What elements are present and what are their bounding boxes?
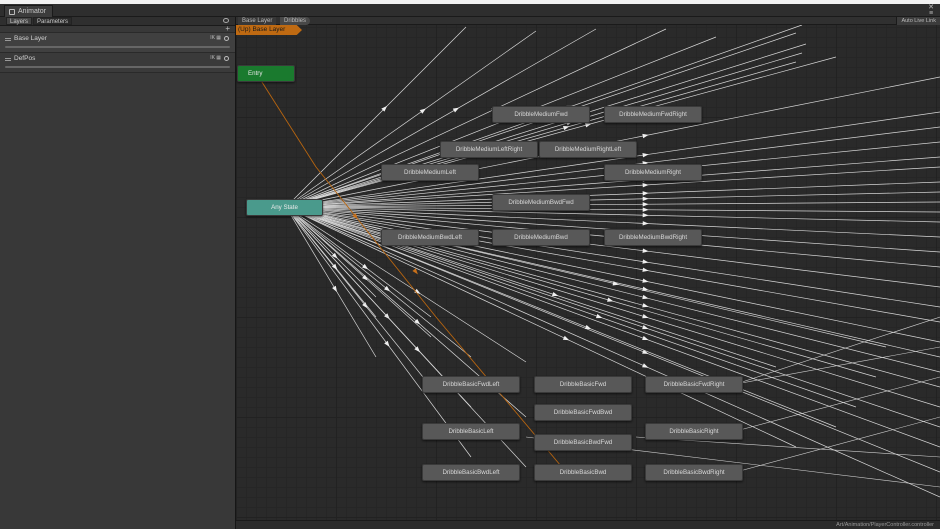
status-bar: Art/Animation/PlayerController.controlle… — [236, 520, 940, 529]
controller-path: Art/Animation/PlayerController.controlle… — [836, 522, 934, 528]
transition-line — [285, 56, 837, 208]
transition-arrow-icon — [642, 335, 649, 341]
transition-arrow-icon — [419, 108, 426, 114]
transition-arrow-icon — [452, 107, 460, 113]
transition-line — [285, 43, 807, 208]
graph-toolbar: Base Layer Dribbles Auto Live Link — [236, 17, 940, 25]
transition-arrow-icon — [332, 285, 338, 293]
transition-arrow-icon — [642, 212, 649, 218]
state-dribble-basic-bwd-fwd[interactable]: DribbleBasicBwdFwd — [534, 434, 632, 451]
transition-arrow-icon — [384, 340, 390, 347]
state-dribble-medium-left[interactable]: DribbleMediumLeft — [381, 164, 479, 181]
transition-arrow-icon — [562, 335, 570, 341]
state-dribble-medium-right[interactable]: DribbleMediumRight — [604, 164, 702, 181]
transition-line — [285, 61, 797, 208]
state-dribble-basic-bwd-left[interactable]: DribbleBasicBwdLeft — [422, 464, 520, 481]
layer-item-defpos[interactable]: DefPos IK ▦ — [0, 53, 235, 73]
gear-icon[interactable] — [224, 56, 229, 61]
transition-arrow-icon — [642, 182, 649, 188]
animator-tab-label: Animator — [18, 8, 47, 15]
transition-line — [285, 111, 940, 208]
tab-parameters[interactable]: Parameters — [33, 17, 73, 25]
transition-arrow-icon — [642, 278, 649, 283]
state-dribble-basic-bwd-right[interactable]: DribbleBasicBwdRight — [645, 464, 743, 481]
sync-icon: ▦ — [216, 55, 221, 61]
transition-arrow-icon — [607, 297, 614, 302]
transition-arrow-icon — [642, 202, 649, 207]
transition-arrow-icon — [642, 221, 649, 226]
state-dribble-basic-fwd-right[interactable]: DribbleBasicFwdRight — [645, 376, 743, 393]
transition-line — [285, 206, 887, 348]
auto-live-link-button[interactable]: Auto Live Link — [896, 17, 940, 25]
eye-icon[interactable] — [223, 18, 229, 23]
layer-weight-bar — [5, 66, 230, 68]
transition-line — [285, 206, 377, 358]
transition-arrow-icon — [595, 313, 603, 319]
ik-icon: IK — [210, 55, 215, 61]
transition-line — [735, 316, 940, 385]
animator-tab[interactable]: Animator — [4, 5, 54, 17]
drag-handle-icon[interactable] — [5, 38, 11, 39]
transition-line — [735, 376, 940, 432]
animator-icon — [9, 8, 15, 15]
transition-arrow-icon — [584, 324, 592, 330]
state-dribble-medium-fwd[interactable]: DribbleMediumFwd — [492, 106, 590, 123]
layer-weight-bar — [5, 46, 230, 48]
state-machine-graph[interactable]: Base Layer Dribbles Auto Live Link (Up) … — [236, 17, 940, 520]
breadcrumb-dribbles[interactable]: Dribbles — [280, 17, 311, 25]
state-dribble-medium-bwd-left[interactable]: DribbleMediumBwdLeft — [381, 229, 479, 246]
ik-icon: IK — [210, 35, 215, 41]
state-dribble-basic-fwd-bwd[interactable]: DribbleBasicFwdBwd — [534, 404, 632, 421]
transition-arrow-icon — [642, 363, 649, 368]
transition-arrow-icon — [642, 314, 649, 319]
sync-icon: ▦ — [216, 35, 221, 41]
transition-arrow-icon — [642, 303, 649, 308]
layer-name: Base Layer — [14, 35, 47, 42]
window-controls[interactable]: ✕ ≡ — [928, 4, 934, 17]
state-entry[interactable]: Entry — [237, 65, 295, 82]
layer-name: DefPos — [14, 55, 36, 62]
transition-line — [285, 206, 940, 323]
left-panel-footer — [0, 520, 236, 529]
state-dribble-basic-fwd[interactable]: DribbleBasicFwd — [534, 376, 632, 393]
state-dribble-medium-fwd-right[interactable]: DribbleMediumFwdRight — [604, 106, 702, 123]
state-dribble-medium-left-right[interactable]: DribbleMediumLeftRight — [440, 141, 538, 158]
transition-line — [635, 436, 940, 458]
tab-layers[interactable]: Layers — [6, 17, 33, 25]
state-dribble-medium-bwd-right[interactable]: DribbleMediumBwdRight — [604, 229, 702, 246]
transition-line — [735, 416, 940, 473]
transition-arrow-icon — [642, 196, 649, 202]
window-titlebar: Animator ✕ ≡ — [0, 4, 940, 17]
transition-arrow-icon — [563, 125, 570, 131]
transition-arrow-icon — [642, 207, 649, 212]
transition-arrow-icon — [642, 133, 649, 139]
current-layer-label: (Up) Base Layer — [236, 25, 302, 35]
state-dribble-medium-bwd[interactable]: DribbleMediumBwd — [492, 229, 590, 246]
left-toolbar: Layers Parameters — [0, 17, 235, 26]
transition-line — [285, 206, 432, 338]
state-dribble-basic-right[interactable]: DribbleBasicRight — [645, 423, 743, 440]
layers-panel: Layers Parameters + Base Layer IK ▦ DefP… — [0, 17, 236, 520]
state-dribble-basic-bwd[interactable]: DribbleBasicBwd — [534, 464, 632, 481]
transition-arrow-icon — [642, 267, 649, 272]
add-layer-icon[interactable]: + — [225, 24, 230, 33]
gear-icon[interactable] — [224, 36, 229, 41]
drag-handle-icon[interactable] — [5, 58, 11, 59]
state-dribble-basic-fwd-left[interactable]: DribbleBasicFwdLeft — [422, 376, 520, 393]
transition-arrow-icon — [612, 281, 619, 286]
transition-line — [285, 206, 940, 498]
transition-arrow-icon — [642, 294, 649, 300]
default-transition-line — [259, 78, 567, 473]
layers-header: + — [0, 24, 235, 33]
transition-arrow-icon — [642, 191, 649, 196]
transition-arrow-icon — [642, 324, 649, 330]
state-any-state[interactable]: Any State — [246, 199, 323, 216]
layer-item-base[interactable]: Base Layer IK ▦ — [0, 33, 235, 53]
state-dribble-medium-right-left[interactable]: DribbleMediumRightLeft — [539, 141, 637, 158]
state-dribble-medium-bwd-fwd[interactable]: DribbleMediumBwdFwd — [492, 194, 590, 211]
breadcrumb-base-layer[interactable]: Base Layer — [238, 17, 277, 25]
state-dribble-basic-left[interactable]: DribbleBasicLeft — [422, 423, 520, 440]
